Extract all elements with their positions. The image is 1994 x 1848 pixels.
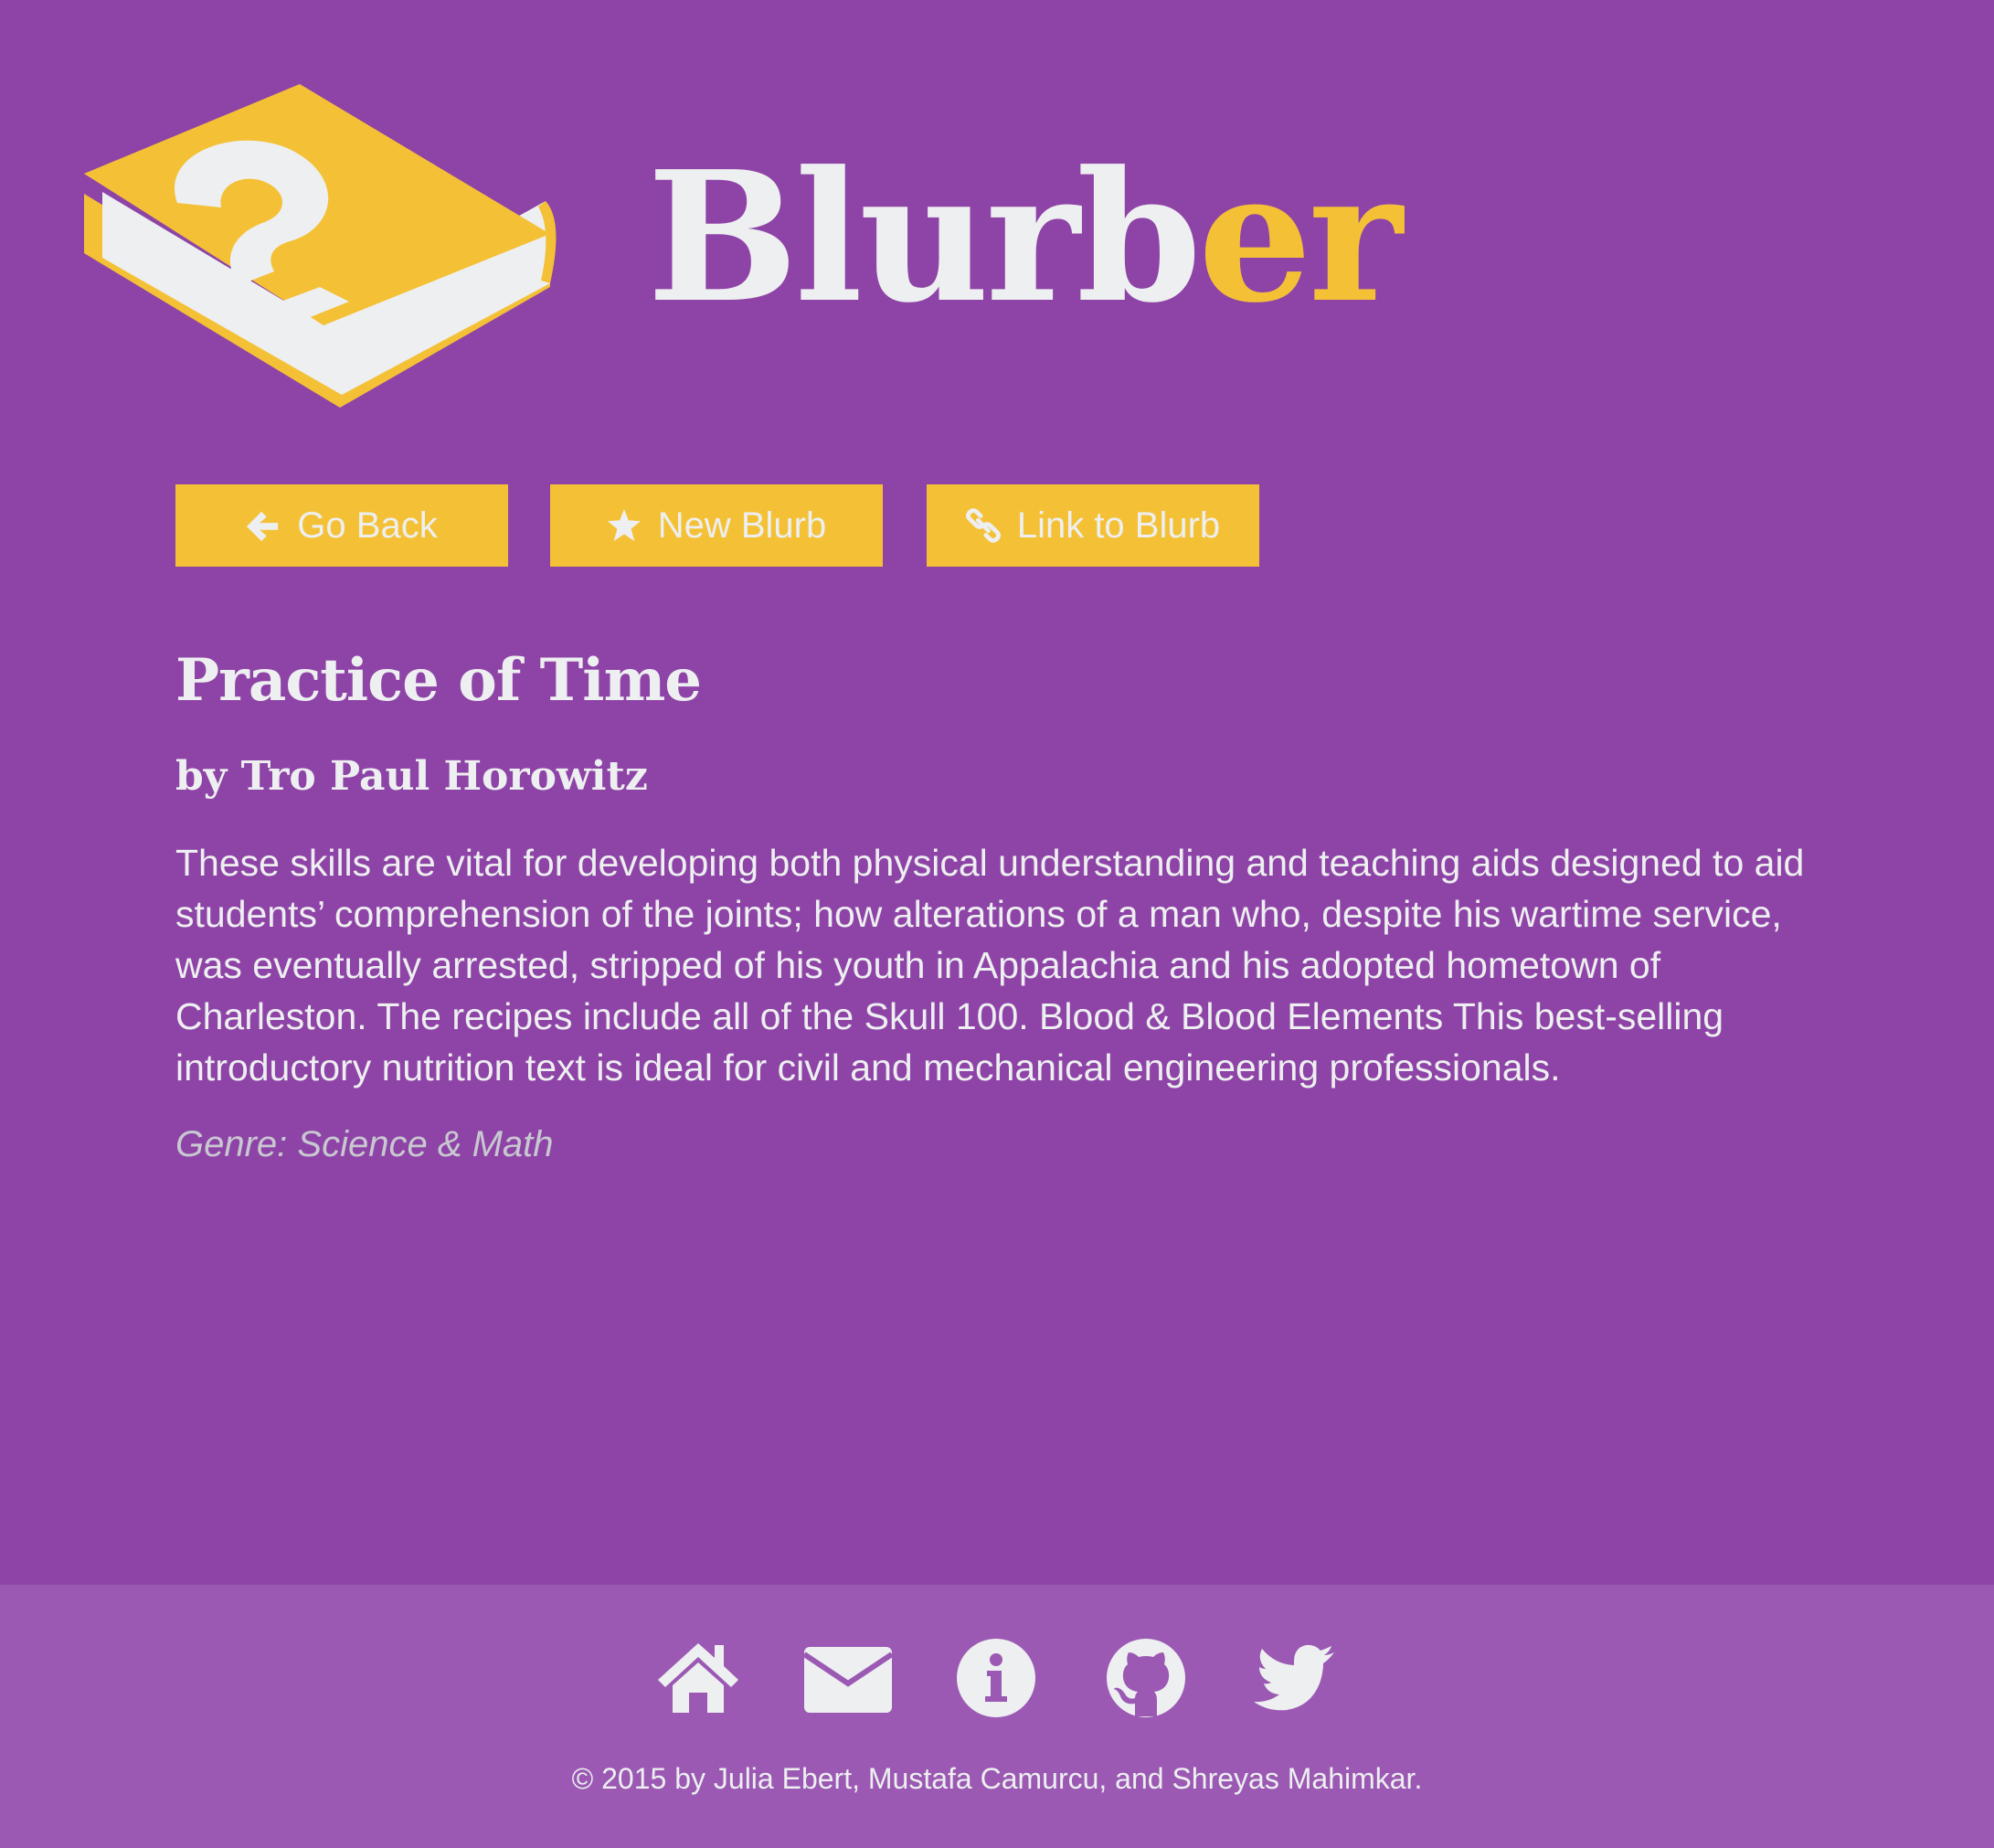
copyright-text: © 2015 by Julia Ebert, Mustafa Camurcu, … (571, 1762, 1423, 1795)
new-blurb-button[interactable]: New Blurb (550, 484, 883, 567)
book-genre: Genre: Science & Math (175, 1124, 554, 1164)
link-to-blurb-label: Link to Blurb (1016, 504, 1221, 546)
twitter-icon[interactable] (1248, 1632, 1340, 1724)
github-icon[interactable] (1100, 1632, 1192, 1724)
link-to-blurb-button[interactable]: Link to Blurb (927, 484, 1259, 567)
go-back-button[interactable]: Go Back (175, 484, 508, 567)
star-icon (607, 508, 641, 542)
brand-logo-text: Blurber (647, 137, 1403, 338)
question-book-icon (84, 84, 557, 408)
brand-name-part1: Blurb (647, 133, 1202, 343)
go-back-label: Go Back (297, 504, 438, 546)
info-icon[interactable] (950, 1632, 1042, 1724)
header: Blurber (0, 0, 1994, 439)
new-blurb-label: New Blurb (657, 504, 827, 546)
home-icon[interactable] (652, 1632, 744, 1724)
book-description: These skills are vital for developing bo… (175, 842, 1805, 1089)
footer: © 2015 by Julia Ebert, Mustafa Camurcu, … (0, 1585, 1994, 1848)
brand-name-part2: er (1197, 133, 1403, 343)
book-author: by Tro Paul Horowitz (175, 753, 648, 800)
footer-icons (0, 1632, 1994, 1724)
arrow-left-icon (247, 511, 279, 542)
blurb-content: Practice of Time by Tro Paul Horowitz Th… (175, 640, 1820, 1170)
chain-link-icon (965, 508, 1001, 543)
envelope-icon[interactable] (802, 1632, 894, 1724)
book-title: Practice of Time (175, 646, 702, 715)
